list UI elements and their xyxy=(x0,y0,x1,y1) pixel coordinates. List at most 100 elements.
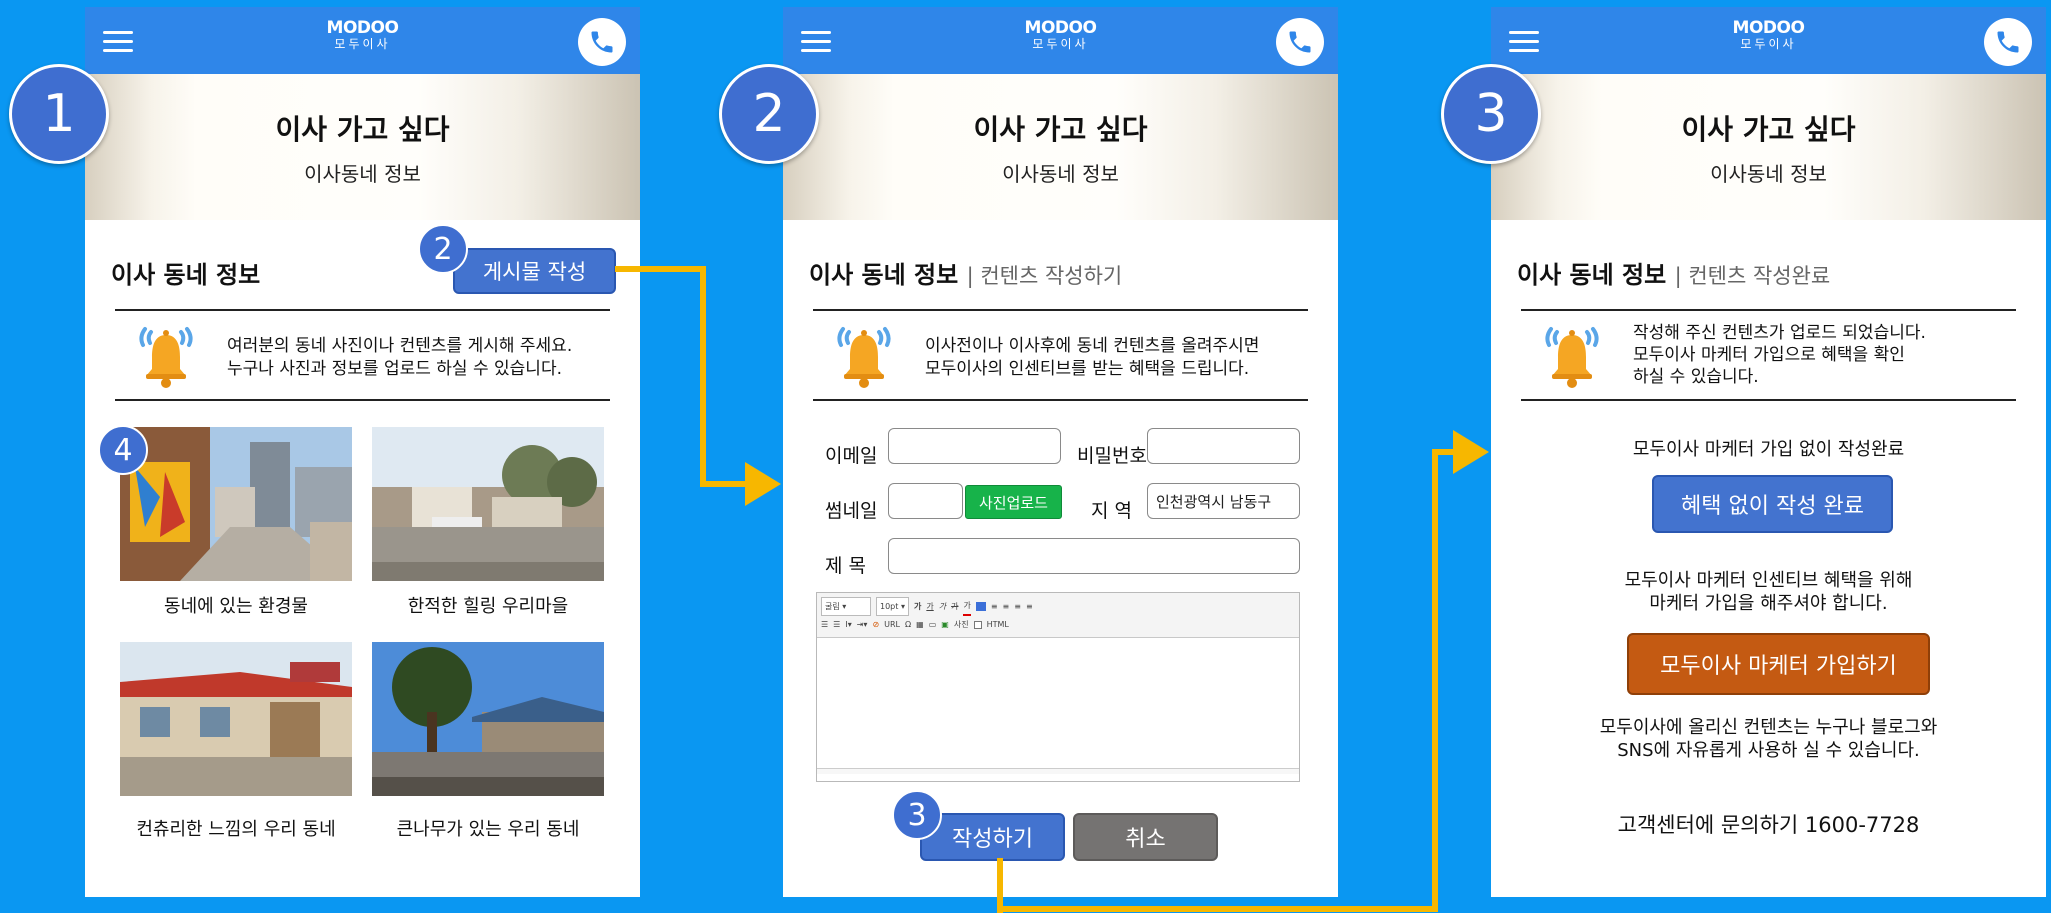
underline-button[interactable]: 가 xyxy=(926,598,933,615)
step-badge-4-small: 4 xyxy=(98,425,148,475)
logo[interactable]: MODOO 모두이사 xyxy=(1025,19,1097,51)
font-select[interactable]: 굴림 ▾ xyxy=(821,597,871,616)
photo-upload-label: 사진업로드 xyxy=(978,493,1048,512)
hero-title: 이사 가고 싶다 xyxy=(973,113,1148,146)
notice-box: 여러분의 동네 사진이나 컨텐츠를 게시해 주세요. 누구나 사진과 정보를 업… xyxy=(115,309,610,401)
phone-icon[interactable] xyxy=(1276,18,1324,66)
cancel-button[interactable]: 취소 xyxy=(1073,813,1218,861)
notice-line: 이사전이나 이사후에 동네 컨텐츠를 올려주시면 xyxy=(925,336,1260,356)
indent-icon[interactable]: ⇥▾ xyxy=(857,616,868,633)
font-value: 굴림 xyxy=(825,602,840,611)
bg-color-button[interactable] xyxy=(975,602,986,611)
photo-icon[interactable]: ▣ xyxy=(941,616,949,633)
align-justify-icon[interactable]: ≡ xyxy=(1026,598,1033,615)
complete-without-benefit-label: 혜택 없이 작성 완료 xyxy=(1681,494,1864,519)
align-left-icon[interactable]: ≡ xyxy=(991,598,998,615)
section-title: 이사 동네 정보 | 컨텐츠 작성완료 xyxy=(1517,255,1830,290)
line-height-icon[interactable]: I▾ xyxy=(845,616,851,633)
html-checkbox[interactable] xyxy=(973,620,982,629)
logo-subtext: 모두이사 xyxy=(1740,37,1797,51)
title-field[interactable] xyxy=(888,538,1300,574)
incentive-text: 모두이사 마케터 인센티브 혜택을 위해 마케터 가입을 해주셔야 합니다. xyxy=(1491,569,2046,615)
notice-text: 작성해 주신 컨텐츠가 업로드 되었습니다. 모두이사 마케터 가입으로 혜택을… xyxy=(1633,322,1926,388)
no-marketer-text: 모두이사 마케터 가입 없이 작성완료 xyxy=(1632,439,1905,460)
hero-banner: 이사 가고 싶다 이사동네 정보 xyxy=(1491,74,2046,220)
notice-line: 누구나 사진과 정보를 업로드 하실 수 있습니다. xyxy=(227,359,562,379)
special-char-icon[interactable]: Ω xyxy=(905,616,911,633)
region-field[interactable]: 인천광역시 남동구 xyxy=(1147,483,1300,519)
phone-icon[interactable] xyxy=(578,18,626,66)
menu-icon[interactable] xyxy=(103,31,133,53)
rich-text-editor[interactable]: 굴림 ▾ 10pt ▾ 가 가 가 가 가 ≡ ≡ ≡ ≡ ☰ ☰ I▾ ⇥▾ … xyxy=(816,592,1300,782)
bell-icon xyxy=(833,323,895,389)
size-select[interactable]: 10pt ▾ xyxy=(876,597,909,616)
thumbnail-field[interactable] xyxy=(888,483,963,519)
hero-banner: 이사 가고 싶다 이사동네 정보 xyxy=(85,74,640,220)
flow-connector xyxy=(997,858,1003,913)
post-caption-3[interactable]: 컨츄리한 느낌의 우리 동네 xyxy=(120,815,352,841)
post-caption-4[interactable]: 큰나무가 있는 우리 동네 xyxy=(372,815,604,841)
write-post-button[interactable]: 게시물 작성 xyxy=(453,248,616,294)
table-icon[interactable]: ▦ xyxy=(916,616,924,633)
bold-button[interactable]: 가 xyxy=(914,598,921,615)
text-color-button[interactable]: 가 xyxy=(963,597,971,616)
menu-icon[interactable] xyxy=(1509,31,1539,53)
post-image-1[interactable] xyxy=(120,427,352,581)
ordered-list-icon[interactable]: ☰ xyxy=(821,616,828,633)
editor-body[interactable] xyxy=(817,638,1299,768)
email-field[interactable] xyxy=(888,428,1061,464)
post-caption-2[interactable]: 한적한 힐링 우리마을 xyxy=(372,592,604,618)
link-icon[interactable]: ⊘ xyxy=(872,616,879,633)
flow-connector xyxy=(700,266,706,486)
thumbnail-label: 썸네일 xyxy=(825,500,878,522)
customer-support-text[interactable]: 고객센터에 문의하기 1600-7728 xyxy=(1491,809,2046,839)
incentive-line: 모두이사 마케터 인센티브 혜택을 위해 xyxy=(1624,570,1913,591)
phone-icon[interactable] xyxy=(1984,18,2032,66)
logo[interactable]: MODOO 모두이사 xyxy=(1733,19,1805,51)
step-badge-3: 3 xyxy=(1441,64,1541,164)
editor-resize-handle[interactable] xyxy=(817,768,1299,774)
notice-line: 여러분의 동네 사진이나 컨텐츠를 게시해 주세요. xyxy=(227,336,573,356)
password-field[interactable] xyxy=(1147,428,1300,464)
section-title-main: 이사 동네 정보 xyxy=(1517,261,1667,289)
top-bar: MODOO 모두이사 xyxy=(85,7,640,74)
photo-button[interactable]: 사진 xyxy=(954,616,969,633)
section-title-main: 이사 동네 정보 xyxy=(809,261,959,289)
logo[interactable]: MODOO 모두이사 xyxy=(327,19,399,51)
post-caption-1[interactable]: 동네에 있는 환경물 xyxy=(120,592,352,618)
bell-icon xyxy=(1541,323,1603,389)
cancel-label: 취소 xyxy=(1125,827,1166,852)
section-title: 이사 동네 정보 xyxy=(111,261,261,289)
screen-1: MODOO 모두이사 이사 가고 싶다 이사동네 정보 이사 동네 정보 게시물… xyxy=(85,7,640,897)
hero-subtitle: 이사동네 정보 xyxy=(1002,162,1119,186)
post-image-4[interactable] xyxy=(372,642,604,796)
unordered-list-icon[interactable]: ☰ xyxy=(833,616,840,633)
marketer-signup-label: 모두이사 마케터 가입하기 xyxy=(1660,654,1897,679)
logo-subtext: 모두이사 xyxy=(1032,37,1089,51)
menu-icon[interactable] xyxy=(801,31,831,53)
screen-2: MODOO 모두이사 이사 가고 싶다 이사동네 정보 이사 동네 정보 | 컨… xyxy=(783,7,1338,897)
post-image-2[interactable] xyxy=(372,427,604,581)
password-label: 비밀번호 xyxy=(1077,445,1147,467)
region-label: 지 역 xyxy=(1091,500,1132,522)
top-bar: MODOO 모두이사 xyxy=(783,7,1338,74)
flow-connector xyxy=(997,906,1438,912)
submit-button[interactable]: 작성하기 xyxy=(920,813,1065,861)
post-image-3[interactable] xyxy=(120,642,352,796)
marketer-signup-button[interactable]: 모두이사 마케터 가입하기 xyxy=(1627,633,1930,695)
strike-button[interactable]: 가 xyxy=(951,598,958,615)
complete-without-benefit-button[interactable]: 혜택 없이 작성 완료 xyxy=(1652,475,1893,533)
title-label: 제 목 xyxy=(825,555,866,577)
italic-button[interactable]: 가 xyxy=(939,598,946,615)
section-title-sub: | 컨텐츠 작성완료 xyxy=(1674,264,1831,288)
hr-icon[interactable]: ▭ xyxy=(929,616,937,633)
flow-arrow xyxy=(1453,430,1489,474)
photo-upload-button[interactable]: 사진업로드 xyxy=(965,485,1062,519)
size-value: 10pt xyxy=(880,602,899,611)
logo-text: MODOO xyxy=(1732,18,1805,38)
submit-label: 작성하기 xyxy=(952,827,1033,852)
align-center-icon[interactable]: ≡ xyxy=(1003,598,1010,615)
write-post-label: 게시물 작성 xyxy=(482,260,587,284)
align-right-icon[interactable]: ≡ xyxy=(1014,598,1021,615)
url-button[interactable]: URL xyxy=(884,616,900,633)
